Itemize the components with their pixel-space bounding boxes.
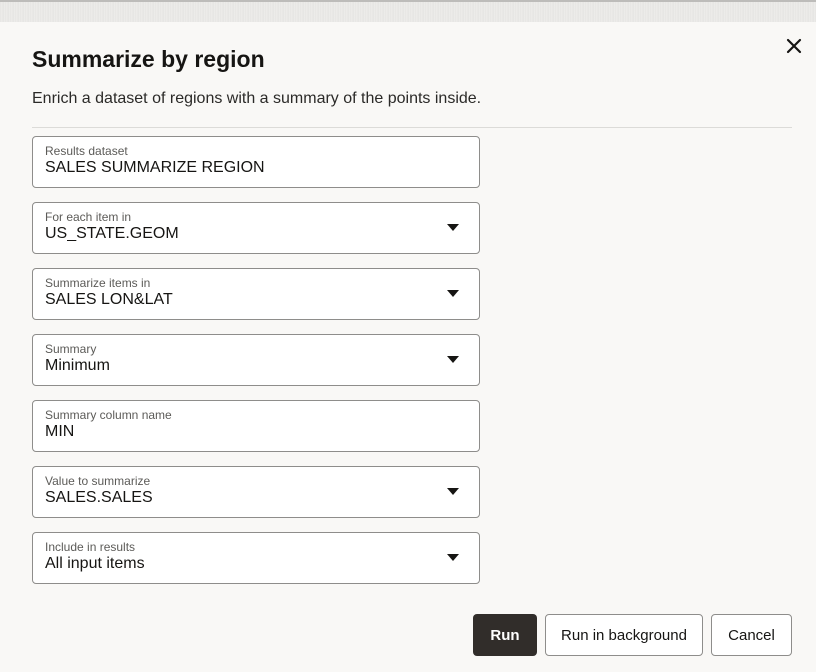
dialog-title: Summarize by region: [32, 46, 265, 72]
field-label: For each item in: [45, 210, 132, 224]
field-label: Include in results: [45, 540, 136, 554]
cancel-button[interactable]: Cancel: [711, 614, 792, 656]
summarize-by-region-dialog: Summarize by region Enrich a dataset of …: [0, 22, 816, 672]
run-button[interactable]: Run: [473, 614, 537, 656]
field-label: Results dataset: [45, 144, 128, 158]
chevron-down-icon[interactable]: [447, 554, 459, 561]
background-page-strip: [0, 0, 816, 22]
for-each-item-in-select[interactable]: For each item in US_STATE.GEOM: [32, 202, 480, 254]
field-value: US_STATE.GEOM: [45, 225, 179, 242]
field-value: SALES LON&LAT: [45, 291, 173, 308]
close-button[interactable]: [780, 32, 808, 60]
field-value[interactable]: MIN: [45, 423, 74, 441]
field-value: Minimum: [45, 357, 110, 374]
field-label: Value to summarize: [45, 474, 151, 488]
field-value: SALES.SALES: [45, 489, 153, 506]
chevron-down-icon[interactable]: [447, 488, 459, 495]
chevron-down-icon[interactable]: [447, 356, 459, 363]
field-label: Summarize items in: [45, 276, 151, 290]
include-in-results-select[interactable]: Include in results All input items: [32, 532, 480, 584]
results-dataset-input[interactable]: Results dataset SALES SUMMARIZE REGION: [32, 136, 480, 188]
field-value[interactable]: SALES SUMMARIZE REGION: [45, 159, 265, 177]
field-label: Summary: [45, 342, 97, 356]
dialog-description: Enrich a dataset of regions with a summa…: [32, 90, 482, 107]
divider: [32, 127, 792, 128]
summarize-items-in-select[interactable]: Summarize items in SALES LON&LAT: [32, 268, 480, 320]
field-label: Summary column name: [45, 408, 172, 422]
value-to-summarize-select[interactable]: Value to summarize SALES.SALES: [32, 466, 480, 518]
chevron-down-icon[interactable]: [447, 224, 459, 231]
run-in-background-button[interactable]: Run in background: [545, 614, 703, 656]
field-value: All input items: [45, 555, 145, 572]
chevron-down-icon[interactable]: [447, 290, 459, 297]
summary-column-name-input[interactable]: Summary column name MIN: [32, 400, 480, 452]
close-icon: [786, 38, 802, 54]
summary-select[interactable]: Summary Minimum: [32, 334, 480, 386]
